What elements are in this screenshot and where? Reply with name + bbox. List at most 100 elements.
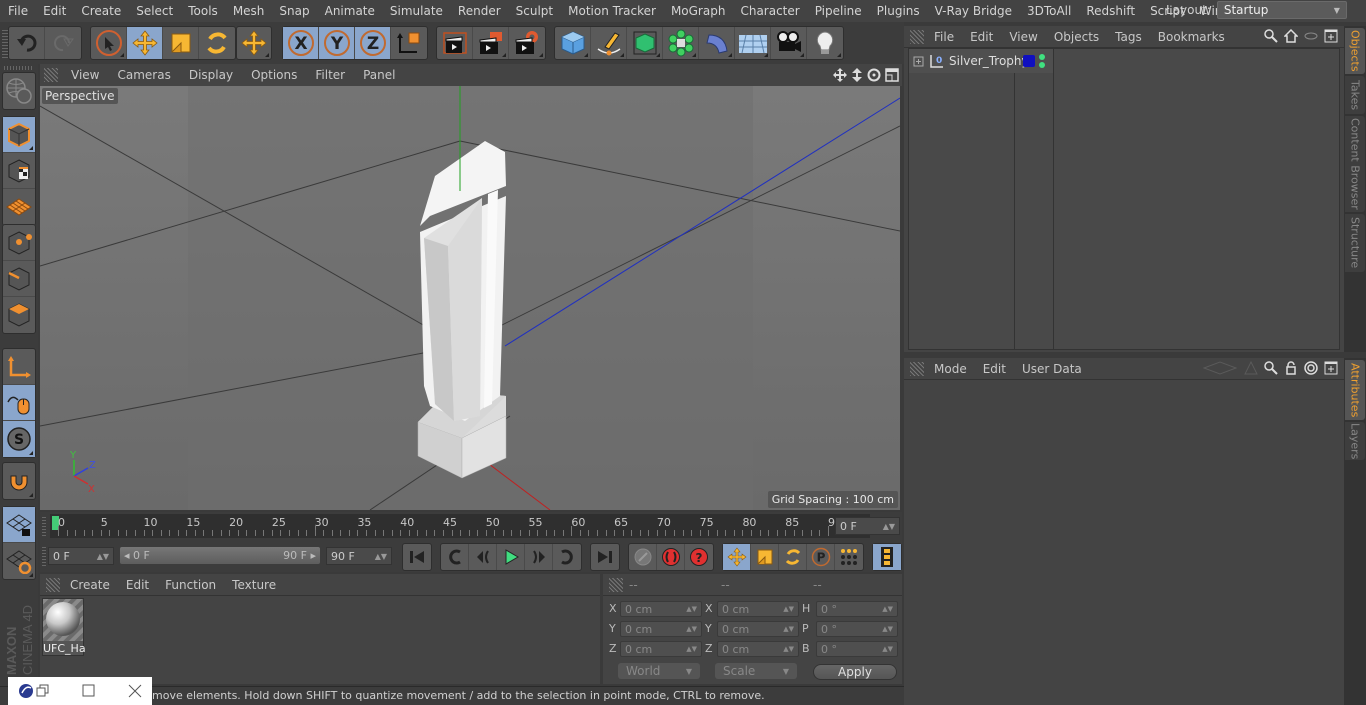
coordinates-handle[interactable] (609, 577, 623, 592)
render-settings-button[interactable] (509, 27, 545, 59)
undo-button[interactable] (9, 27, 45, 59)
camera-label[interactable]: Perspective (42, 88, 118, 104)
lock-x-button[interactable]: X (283, 27, 319, 59)
align-workplane-button[interactable] (3, 543, 35, 579)
material-menu-create[interactable]: Create (62, 578, 118, 592)
key-scale-button[interactable] (751, 544, 779, 570)
size-mode-select[interactable]: Scale ▼ (715, 663, 797, 679)
tab-content-browser[interactable]: Content Browser (1345, 116, 1365, 212)
redo-button[interactable] (45, 27, 81, 59)
up-arrow-icon[interactable] (1244, 361, 1258, 375)
layer-color-swatch[interactable] (1023, 55, 1035, 67)
menu-select[interactable]: Select (128, 4, 180, 18)
light-button[interactable] (807, 27, 843, 59)
object-menu-bookmarks[interactable]: Bookmarks (1150, 30, 1233, 44)
recent-tools-button[interactable] (237, 27, 271, 59)
rotate-tool-button[interactable] (199, 27, 235, 59)
render-visibility-dot[interactable] (1039, 62, 1045, 68)
play-button[interactable] (497, 544, 525, 570)
enable-axis-button[interactable] (3, 349, 35, 385)
menu-file[interactable]: File (0, 4, 35, 18)
points-mode-button[interactable] (3, 225, 35, 261)
object-menu-file[interactable]: File (926, 30, 962, 44)
scale-tool-button[interactable] (163, 27, 199, 59)
go-to-end-button[interactable] (591, 544, 619, 570)
viewport-menu-filter[interactable]: Filter (306, 68, 354, 82)
new-panel-icon[interactable] (1324, 361, 1338, 375)
3d-viewport[interactable]: Perspective Y Z X Grid Spacing : 100 cm (40, 86, 900, 510)
menu-edit[interactable]: Edit (35, 4, 73, 18)
bend-deformer-button[interactable] (699, 27, 735, 59)
material-menu-texture[interactable]: Texture (224, 578, 284, 592)
tweak-mode-button[interactable] (3, 385, 35, 421)
viewport-menu-display[interactable]: Display (180, 68, 242, 82)
size-z-field[interactable]: 0 cm ▲▼ (717, 641, 799, 657)
menu-3dtoall[interactable]: 3DToAll (1019, 4, 1078, 18)
lock-z-button[interactable]: Z (355, 27, 391, 59)
rot-b-field[interactable]: 0 ° ▲▼ (816, 641, 898, 657)
menu-snap[interactable]: Snap (271, 4, 316, 18)
object-menu-tags[interactable]: Tags (1107, 30, 1150, 44)
current-frame-field[interactable]: 0 F ▲▼ (835, 517, 900, 535)
polygons-mode-button[interactable] (3, 297, 35, 333)
menu-animate[interactable]: Animate (317, 4, 382, 18)
key-parameter-button[interactable]: P (807, 544, 835, 570)
menu-character[interactable]: Character (732, 4, 806, 18)
maximize-view-icon[interactable] (884, 67, 900, 83)
live-selection-button[interactable] (91, 27, 127, 59)
viewport-menu-view[interactable]: View (62, 68, 108, 82)
object-menu-view[interactable]: View (1001, 30, 1045, 44)
autokey-button[interactable]: ? (685, 544, 713, 570)
record-active-button[interactable] (657, 544, 685, 570)
render-picture-viewer-button[interactable] (473, 27, 509, 59)
maximize-window-icon[interactable] (82, 684, 96, 698)
expand-icon[interactable] (913, 54, 927, 68)
end-frame-field[interactable]: 90 F ▲▼ (326, 547, 392, 565)
material-panel-handle[interactable] (46, 577, 60, 592)
lock-workplane-button[interactable] (3, 507, 35, 543)
object-panel-handle[interactable] (910, 29, 924, 44)
model-mode-button[interactable] (3, 117, 35, 153)
apply-button[interactable]: Apply (813, 664, 897, 680)
object-menu-objects[interactable]: Objects (1046, 30, 1107, 44)
key-position-button[interactable] (723, 544, 751, 570)
timeline-window-button[interactable] (873, 544, 901, 570)
material-menu-function[interactable]: Function (157, 578, 224, 592)
tab-attributes[interactable]: Attributes (1345, 360, 1365, 420)
camera-button[interactable] (771, 27, 807, 59)
search-icon[interactable] (1264, 29, 1278, 43)
menu-render[interactable]: Render (450, 4, 508, 18)
cube-button[interactable] (555, 27, 591, 59)
object-menu-edit[interactable]: Edit (962, 30, 1001, 44)
menu-motion-tracker[interactable]: Motion Tracker (560, 4, 663, 18)
pos-x-field[interactable]: 0 cm ▲▼ (620, 601, 702, 617)
menu-create[interactable]: Create (73, 4, 128, 18)
make-editable-button[interactable] (3, 73, 35, 109)
close-window-icon[interactable] (128, 684, 142, 698)
frame-range-slider[interactable]: ◂ 0 F 90 F ▸ (120, 547, 320, 564)
next-key-button[interactable] (553, 544, 581, 570)
coordinate-mode-select[interactable]: World ▼ (618, 663, 700, 679)
transport-handle[interactable] (42, 546, 46, 566)
pos-z-field[interactable]: 0 cm ▲▼ (620, 641, 702, 657)
pan-view-icon[interactable] (832, 67, 848, 83)
viewport-menu-cameras[interactable]: Cameras (108, 68, 179, 82)
timeline-ruler[interactable]: 051015202530354045505560657075808590 (50, 514, 870, 538)
workplane-mode-button[interactable] (3, 189, 35, 225)
menu-redshift[interactable]: Redshift (1078, 4, 1142, 18)
attribute-menu-mode[interactable]: Mode (926, 362, 975, 376)
size-x-field[interactable]: 0 cm ▲▼ (717, 601, 799, 617)
menu-mesh[interactable]: Mesh (225, 4, 272, 18)
viewport-menu-panel[interactable]: Panel (354, 68, 404, 82)
lock-icon[interactable] (1284, 361, 1298, 375)
key-rotation-button[interactable] (779, 544, 807, 570)
menu-sculpt[interactable]: Sculpt (508, 4, 560, 18)
object-name[interactable]: Silver_Trophy (949, 54, 1029, 68)
zoom-view-icon[interactable] (850, 67, 864, 83)
snap-settings-button[interactable]: S (3, 421, 35, 457)
pen-spline-button[interactable] (591, 27, 627, 59)
motion-record-button[interactable] (629, 544, 657, 570)
move-tool-button[interactable] (127, 27, 163, 59)
left-toolbar-handle[interactable] (4, 66, 34, 70)
menu-vray-bridge[interactable]: V-Ray Bridge (927, 4, 1019, 18)
